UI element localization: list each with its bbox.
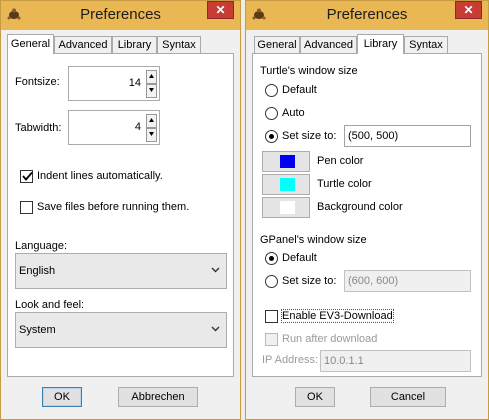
turtle-window-size-heading: Turtle's window size <box>260 65 358 77</box>
window-title: Preferences <box>326 6 408 23</box>
tabwidth-label: Tabwidth: <box>15 122 62 134</box>
tab-general[interactable]: General <box>254 36 300 53</box>
arrow-down-icon <box>149 132 154 136</box>
run-after-download-label: Run after download <box>282 333 378 345</box>
turtle-size-custom-radio[interactable] <box>265 130 278 143</box>
gpanel-size-default-radio[interactable] <box>265 252 278 265</box>
gpanel-size-default-label: Default <box>282 252 317 264</box>
ip-address-value: 10.0.1.1 <box>324 355 364 367</box>
tab-library[interactable]: Library <box>112 36 157 53</box>
ip-address-input[interactable]: 10.0.1.1 <box>320 350 471 372</box>
gpanel-window-size-heading: GPanel's window size <box>260 234 367 246</box>
title-bar[interactable]: Preferences ✕ <box>246 1 488 30</box>
gpanel-size-value: (600, 600) <box>348 275 399 287</box>
tabwidth-value: 4 <box>134 121 141 133</box>
turtle-size-auto-label: Auto <box>282 107 305 119</box>
language-value: English <box>19 265 56 277</box>
tabwidth-increment-button[interactable] <box>146 114 157 128</box>
preferences-window-general: Preferences ✕ General Advanced Library S… <box>0 0 241 420</box>
ev3-download-label: Enable EV3-Download <box>281 309 394 323</box>
tab-advanced[interactable]: Advanced <box>300 36 357 53</box>
turtle-size-default-label: Default <box>282 84 317 96</box>
language-label: Language: <box>15 240 67 252</box>
close-button[interactable]: ✕ <box>455 1 482 19</box>
close-icon: ✕ <box>215 3 226 17</box>
gpanel-size-custom-radio[interactable] <box>265 275 278 288</box>
arrow-up-icon <box>149 118 154 122</box>
look-and-feel-select[interactable]: System <box>15 312 227 348</box>
general-panel: Fontsize: 14 Tabwidth: 4 Indent lines au… <box>7 53 234 377</box>
tab-syntax[interactable]: Syntax <box>157 36 201 53</box>
turtle-size-default-radio[interactable] <box>265 84 278 97</box>
close-button[interactable]: ✕ <box>207 1 234 19</box>
gpanel-size-input[interactable]: (600, 600) <box>344 270 471 292</box>
tab-library[interactable]: Library <box>357 34 404 54</box>
tab-syntax[interactable]: Syntax <box>404 36 448 53</box>
turtle-color-swatch <box>280 178 295 191</box>
save-files-checkbox[interactable] <box>20 201 33 214</box>
pen-color-swatch <box>280 155 295 168</box>
look-and-feel-value: System <box>19 324 56 336</box>
chevron-down-icon <box>211 326 220 332</box>
ev3-download-checkbox[interactable] <box>265 310 278 323</box>
fontsize-spinner[interactable]: 14 <box>68 66 160 101</box>
ok-button[interactable]: OK <box>42 387 82 407</box>
tabwidth-decrement-button[interactable] <box>146 128 157 142</box>
cancel-button[interactable]: Cancel <box>370 387 446 407</box>
background-color-button[interactable] <box>262 197 310 218</box>
window-title: Preferences <box>80 6 161 23</box>
turtle-size-auto-radio[interactable] <box>265 107 278 120</box>
background-color-label: Background color <box>317 201 403 213</box>
fontsize-value: 14 <box>128 77 141 89</box>
indent-label: Indent lines automatically. <box>37 170 163 182</box>
library-panel: Turtle's window size Default Auto Set si… <box>252 53 482 377</box>
ip-address-label: IP Address: <box>262 354 319 366</box>
preferences-window-library: Preferences ✕ General Advanced Library S… <box>245 0 489 420</box>
background-color-swatch <box>280 201 295 214</box>
tab-advanced[interactable]: Advanced <box>54 36 112 53</box>
fontsize-decrement-button[interactable] <box>146 84 157 98</box>
gpanel-size-custom-label: Set size to: <box>282 275 337 287</box>
turtle-size-input[interactable]: (500, 500) <box>344 125 471 147</box>
look-and-feel-label: Look and feel: <box>15 299 85 311</box>
fontsize-label: Fontsize: <box>15 76 60 88</box>
tab-general[interactable]: General <box>7 34 54 54</box>
arrow-down-icon <box>149 88 154 92</box>
arrow-up-icon <box>149 74 154 78</box>
title-bar[interactable]: Preferences ✕ <box>1 1 240 30</box>
fontsize-increment-button[interactable] <box>146 70 157 84</box>
cancel-button[interactable]: Abbrechen <box>118 387 198 407</box>
close-icon: ✕ <box>463 3 474 17</box>
turtle-size-value: (500, 500) <box>348 130 399 142</box>
turtle-color-label: Turtle color <box>317 178 372 190</box>
chevron-down-icon <box>211 267 220 273</box>
pen-color-button[interactable] <box>262 151 310 172</box>
tabwidth-spinner[interactable]: 4 <box>68 110 160 145</box>
pen-color-label: Pen color <box>317 155 364 167</box>
checkmark-icon <box>22 171 33 181</box>
turtle-size-custom-label: Set size to: <box>282 130 337 142</box>
turtle-color-button[interactable] <box>262 174 310 195</box>
language-select[interactable]: English <box>15 253 227 289</box>
run-after-download-checkbox[interactable] <box>265 333 278 346</box>
ok-button[interactable]: OK <box>295 387 335 407</box>
indent-checkbox[interactable] <box>20 170 33 183</box>
save-files-label: Save files before running them. <box>37 201 190 213</box>
